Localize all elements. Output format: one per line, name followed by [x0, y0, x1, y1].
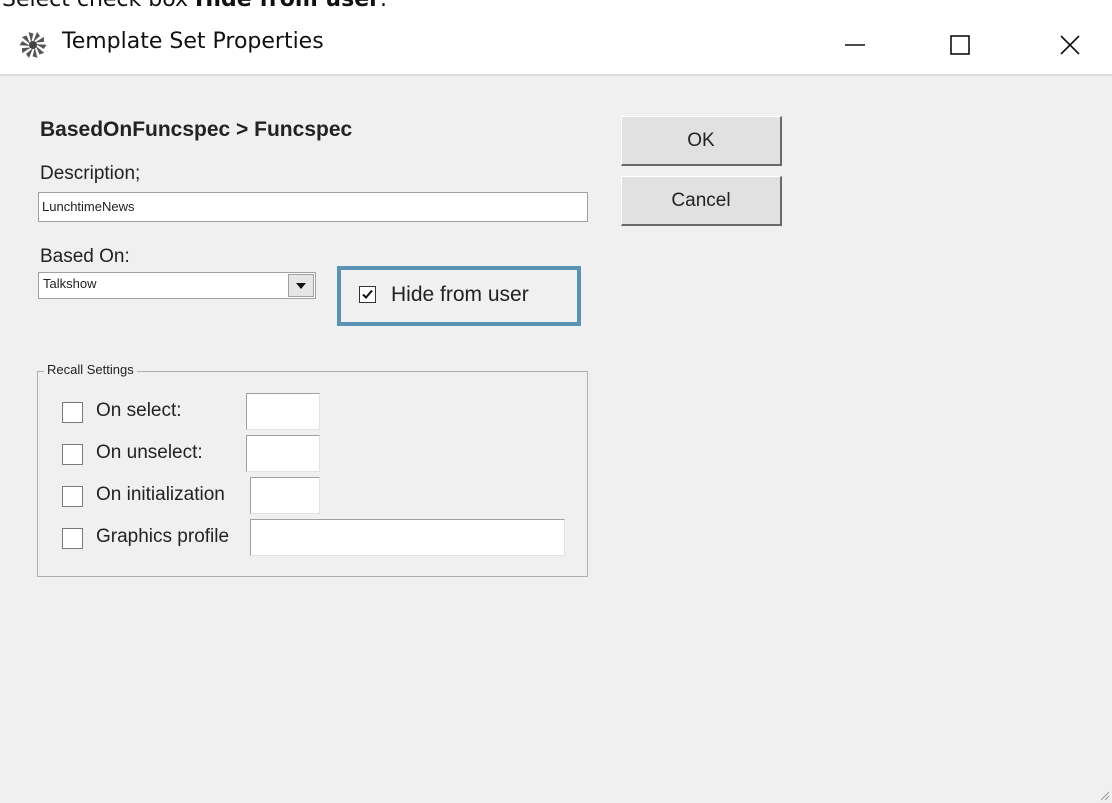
on-select-input[interactable] — [246, 393, 320, 430]
on-select-label[interactable]: On select: — [96, 400, 182, 422]
close-icon — [1060, 35, 1080, 55]
on-initialization-input[interactable] — [250, 477, 320, 514]
instruction-text: Select check box Hide from user. — [2, 0, 387, 12]
instruction-suffix: . — [380, 0, 387, 12]
maximize-button[interactable] — [930, 15, 990, 73]
based-on-label: Based On: — [40, 246, 130, 267]
recall-settings-legend: Recall Settings — [44, 362, 137, 377]
recall-row-on-initialization: On initialization — [38, 476, 587, 516]
on-select-checkbox[interactable] — [62, 402, 83, 423]
graphics-profile-label-clip: Graphics profile — [96, 526, 247, 548]
pinwheel-icon — [18, 30, 48, 60]
recall-row-graphics-profile: Graphics profile — [38, 518, 587, 558]
description-input[interactable]: LunchtimeNews — [38, 192, 588, 222]
dropdown-arrow-button[interactable] — [288, 274, 314, 297]
maximize-icon — [950, 35, 970, 55]
ok-button[interactable]: OK — [621, 116, 782, 166]
recall-settings-group: Recall Settings On select: On unselect: … — [37, 362, 588, 577]
title-bar[interactable]: Template Set Properties — [0, 15, 1112, 73]
instruction-prefix: Select check box — [2, 0, 195, 12]
description-label: Description; — [40, 163, 141, 184]
screen: Select check box Hide from user. — [0, 0, 1112, 803]
recall-row-on-select: On select: — [38, 392, 587, 432]
based-on-value: Talkshow — [43, 276, 97, 291]
based-on-dropdown[interactable]: Talkshow — [38, 272, 316, 299]
instruction-target: Hide from user — [195, 0, 380, 12]
hide-from-user-checkbox[interactable] — [359, 286, 376, 303]
highlight-box: Hide from user — [337, 266, 581, 326]
window-title: Template Set Properties — [62, 29, 324, 54]
hide-from-user-label[interactable]: Hide from user — [391, 283, 529, 307]
on-initialization-label[interactable]: On initialization — [96, 484, 225, 505]
on-initialization-label-clip: On initialization — [96, 484, 246, 506]
dialog-heading: BasedOnFuncspec > Funcspec — [40, 118, 353, 141]
resize-grip-icon[interactable] — [1098, 789, 1110, 801]
recall-row-on-unselect: On unselect: — [38, 434, 587, 474]
cancel-button[interactable]: Cancel — [621, 176, 782, 226]
dialog-body: BasedOnFuncspec > Funcspec Description; … — [0, 76, 1112, 803]
chevron-down-icon — [296, 283, 306, 289]
graphics-profile-label[interactable]: Graphics profile — [96, 526, 229, 547]
on-unselect-label[interactable]: On unselect: — [96, 442, 203, 464]
on-unselect-checkbox[interactable] — [62, 444, 83, 465]
graphics-profile-input[interactable] — [250, 519, 565, 556]
graphics-profile-checkbox[interactable] — [62, 528, 83, 549]
minimize-button[interactable] — [825, 15, 885, 73]
on-unselect-input[interactable] — [246, 435, 320, 472]
on-initialization-checkbox[interactable] — [62, 486, 83, 507]
checkmark-icon — [362, 289, 373, 299]
close-button[interactable] — [1040, 15, 1100, 73]
minimize-icon — [845, 44, 865, 46]
